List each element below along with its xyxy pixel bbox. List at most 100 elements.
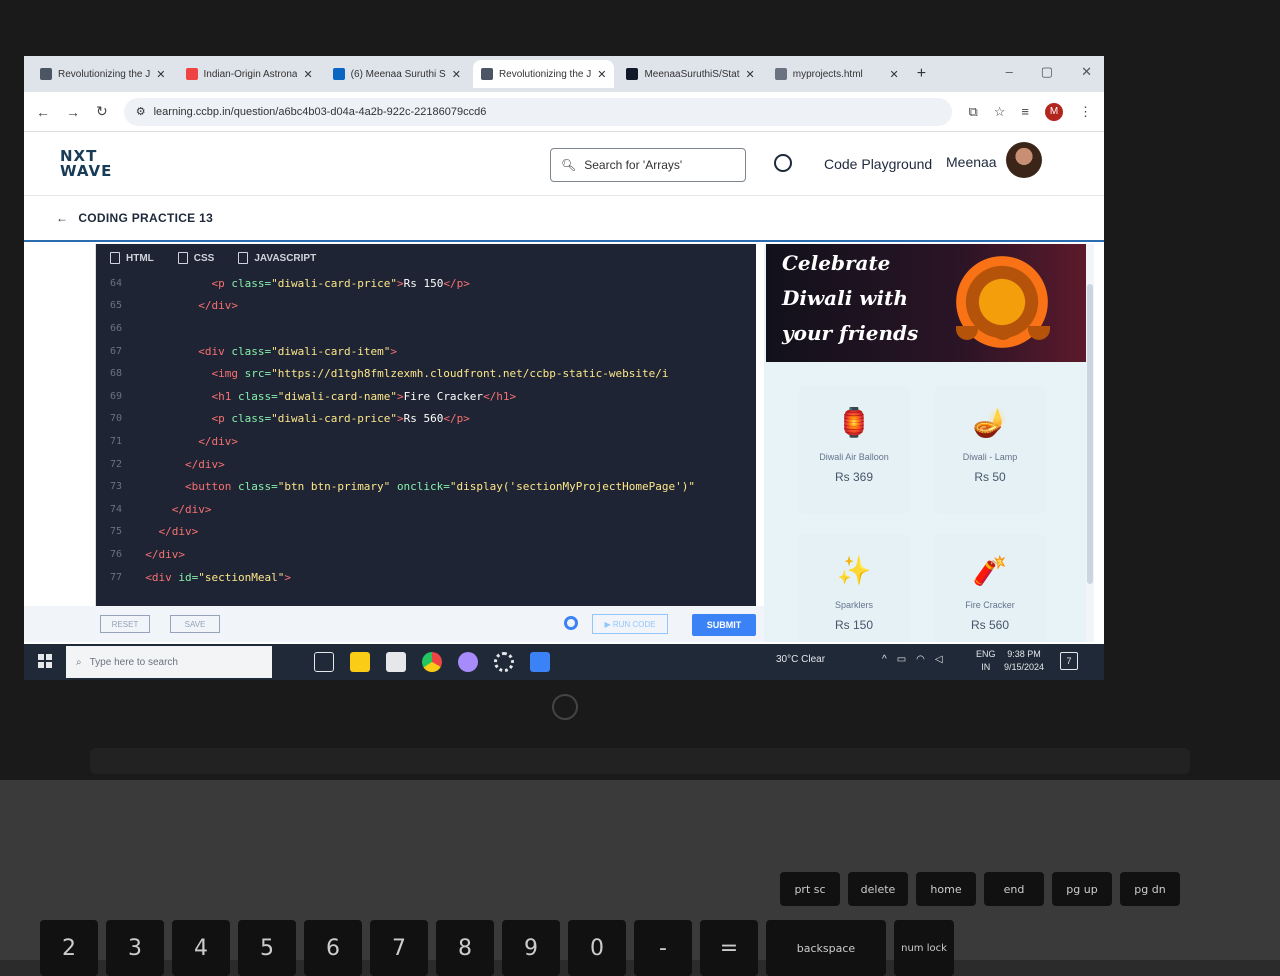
profile-avatar[interactable]: M bbox=[1045, 102, 1063, 121]
tab-html[interactable]: HTML bbox=[110, 252, 154, 264]
site-search-input[interactable]: 🔍︎ Search for 'Arrays' bbox=[550, 148, 746, 182]
tab-close-icon[interactable]: ✕ bbox=[597, 68, 606, 81]
language-indicator[interactable]: ENG IN bbox=[976, 648, 996, 674]
minimize-icon[interactable]: – bbox=[1006, 64, 1013, 80]
product-card: ✨ Sparklers Rs 150 bbox=[798, 534, 910, 642]
code-line[interactable]: 68 <img src="https://d1tgh8fmlzexmh.clou… bbox=[96, 362, 756, 385]
code-line[interactable]: 64 <p class="diwali-card-price">Rs 150</… bbox=[96, 272, 756, 295]
taskbar-search[interactable]: ⌕ Type here to search bbox=[66, 646, 272, 678]
keyboard-key: 9 bbox=[502, 920, 560, 976]
install-icon[interactable]: ⧉ bbox=[968, 104, 977, 120]
timer-icon[interactable] bbox=[774, 154, 792, 172]
editor-panel: HTML CSS JAVASCRIPT 64 <p class="diwali-… bbox=[24, 244, 764, 606]
code-line[interactable]: 75 </div> bbox=[96, 521, 756, 544]
code-line[interactable]: 67 <div class="diwali-card-item"> bbox=[96, 340, 756, 363]
code-line[interactable]: 77 <div id="sectionMeal"> bbox=[96, 566, 756, 589]
css-file-icon bbox=[177, 252, 188, 264]
code-line[interactable]: 66 bbox=[96, 317, 756, 340]
tab-css[interactable]: CSS bbox=[177, 252, 214, 264]
submit-button[interactable]: SUBMIT bbox=[692, 614, 756, 636]
code-line[interactable]: 74 </div> bbox=[96, 498, 756, 521]
battery-icon[interactable]: ▭ bbox=[897, 654, 906, 665]
site-info-icon[interactable]: ⚙ bbox=[136, 105, 146, 118]
browser-tab[interactable]: Revolutionizing the J ✕ bbox=[32, 60, 174, 88]
code-text: <p class="diwali-card-price">Rs 560</p> bbox=[211, 412, 470, 426]
code-line[interactable]: 71 </div> bbox=[96, 430, 756, 453]
tab-close-icon[interactable]: ✕ bbox=[303, 68, 312, 81]
run-code-button[interactable]: ▶ RUN CODE bbox=[592, 614, 668, 634]
brand-logo[interactable]: NXT WAVE bbox=[60, 148, 112, 179]
browser-tab[interactable]: Indian-Origin Astrona ✕ bbox=[178, 60, 321, 88]
code-lines[interactable]: 64 <p class="diwali-card-price">Rs 150</… bbox=[96, 272, 756, 588]
line-number: 70 bbox=[109, 413, 122, 425]
chevron-up-icon[interactable]: ^ bbox=[882, 654, 887, 665]
settings-icon[interactable] bbox=[494, 652, 514, 672]
reset-button[interactable]: RESET bbox=[100, 615, 150, 633]
keyboard-key: home bbox=[916, 872, 976, 906]
function-key-row: prt sc delete home end pg up pg dn bbox=[780, 872, 1180, 906]
line-number: 67 bbox=[109, 345, 122, 357]
browser-tab[interactable]: MeenaaSuruthiS/Stat ✕ bbox=[618, 60, 762, 88]
windows-start-icon[interactable] bbox=[38, 654, 52, 668]
menu-kebab-icon[interactable]: ⋮ bbox=[1079, 104, 1092, 120]
product-image: 🏮 bbox=[836, 406, 872, 438]
tab-javascript[interactable]: JAVASCRIPT bbox=[238, 252, 316, 264]
settings-gear-icon[interactable] bbox=[564, 616, 578, 630]
vscode-icon[interactable] bbox=[530, 652, 550, 672]
volume-icon[interactable]: ◁ bbox=[935, 654, 943, 665]
preview-scrollbar[interactable] bbox=[1086, 244, 1094, 642]
notification-icon[interactable]: 7 bbox=[1060, 652, 1078, 670]
code-line[interactable]: 70 <p class="diwali-card-price">Rs 560</… bbox=[96, 408, 756, 431]
taskbar-clock[interactable]: 9:38 PM 9/15/2024 bbox=[1004, 648, 1044, 674]
keyboard-key: 4 bbox=[172, 920, 230, 976]
banner-line2: Diwali with bbox=[782, 286, 908, 310]
browser-tab[interactable]: myprojects.html ✕ bbox=[767, 60, 907, 88]
code-line[interactable]: 65 </div> bbox=[96, 295, 756, 318]
browser-tab[interactable]: Revolutionizing the J ✕ bbox=[472, 60, 615, 88]
html-file-icon bbox=[110, 252, 120, 264]
code-line[interactable]: 72 </div> bbox=[96, 453, 756, 476]
new-tab-icon[interactable]: + bbox=[911, 65, 932, 83]
code-editor[interactable]: HTML CSS JAVASCRIPT 64 <p class="diwali-… bbox=[96, 244, 756, 606]
browser-tab[interactable]: (6) Meenaa Suruthi S ✕ bbox=[325, 60, 469, 88]
user-name[interactable]: Meenaa bbox=[946, 154, 997, 170]
code-playground-link[interactable]: Code Playground bbox=[824, 156, 932, 172]
tab-close-icon[interactable]: ✕ bbox=[452, 68, 461, 81]
store-icon[interactable] bbox=[386, 652, 406, 672]
code-line[interactable]: 69 <h1 class="diwali-card-name">Fire Cra… bbox=[96, 385, 756, 408]
site-header: NXT WAVE 🔍︎ Search for 'Arrays' Code Pla… bbox=[24, 132, 1104, 196]
address-bar-row: ← → ↻ ⚙ learning.ccbp.in/question/a6bc4b… bbox=[24, 92, 1104, 132]
laptop-bezel: Revolutionizing the J ✕ Indian-Origin Astr… bbox=[0, 0, 1280, 780]
chrome-icon[interactable] bbox=[422, 652, 442, 672]
code-text: <h1 class="diwali-card-name">Fire Cracke… bbox=[211, 389, 517, 403]
back-arrow-icon[interactable]: ← bbox=[56, 211, 68, 225]
reload-icon[interactable]: ↻ bbox=[96, 103, 108, 120]
clock-date: 9/15/2024 bbox=[1004, 662, 1045, 672]
task-view-icon[interactable] bbox=[314, 652, 334, 672]
forward-icon[interactable]: → bbox=[66, 104, 80, 120]
weather-widget[interactable]: 30°C Clear bbox=[776, 654, 825, 665]
tab-close-icon[interactable]: ✕ bbox=[890, 68, 899, 81]
tab-title: MeenaaSuruthiS/Stat bbox=[644, 68, 740, 80]
url-input[interactable]: ⚙ learning.ccbp.in/question/a6bc4b03-d04… bbox=[123, 97, 953, 126]
tab-close-icon[interactable]: ✕ bbox=[746, 68, 755, 81]
code-text: </div> bbox=[184, 457, 225, 471]
save-button[interactable]: SAVE bbox=[170, 615, 220, 633]
file-explorer-icon[interactable] bbox=[350, 652, 370, 672]
user-avatar[interactable] bbox=[1006, 142, 1042, 178]
close-window-icon[interactable]: ✕ bbox=[1081, 64, 1092, 80]
reading-list-icon[interactable]: ≡ bbox=[1021, 104, 1029, 119]
code-line[interactable]: 76 </div> bbox=[96, 543, 756, 566]
bookmark-star-icon[interactable]: ☆ bbox=[994, 104, 1006, 120]
wifi-icon[interactable]: ◠ bbox=[916, 654, 925, 665]
tab-favicon bbox=[626, 68, 639, 80]
collapse-gutter[interactable] bbox=[44, 244, 96, 606]
back-icon[interactable]: ← bbox=[36, 104, 50, 120]
tab-close-icon[interactable]: ✕ bbox=[156, 68, 165, 81]
scroll-thumb[interactable] bbox=[1087, 284, 1093, 584]
code-line[interactable]: 73 <button class="btn btn-primary" oncli… bbox=[96, 475, 756, 498]
code-text: </div> bbox=[145, 547, 185, 561]
tab-favicon bbox=[480, 68, 493, 80]
maximize-icon[interactable]: ▢ bbox=[1041, 64, 1053, 80]
chrome-profile-icon[interactable] bbox=[458, 652, 478, 672]
